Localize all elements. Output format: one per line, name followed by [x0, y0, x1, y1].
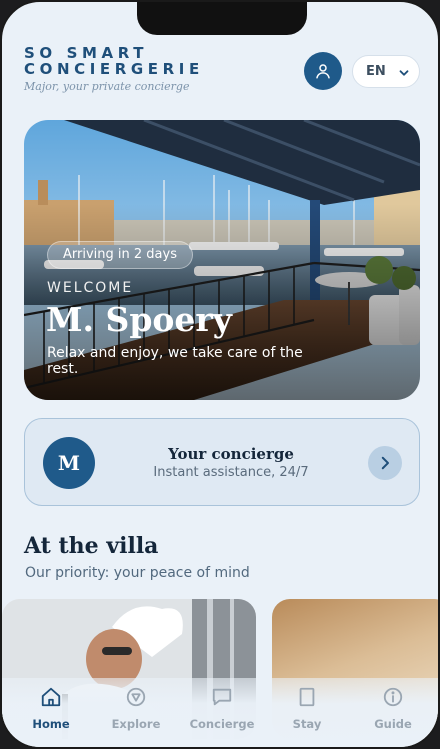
nav-label: Home — [32, 717, 70, 731]
brand-name-line2: CONCIERGERIE — [24, 60, 204, 78]
chat-icon — [212, 688, 232, 706]
concierge-card[interactable]: M Your concierge Instant assistance, 24/… — [24, 418, 420, 506]
info-icon — [383, 687, 403, 707]
chevron-down-icon — [399, 70, 409, 76]
nav-label: Guide — [374, 717, 412, 731]
nav-tab-stay[interactable]: Stay — [263, 685, 351, 731]
section-title: At the villa — [24, 533, 159, 559]
phone-frame: SO SMART CONCIERGERIE Major, your privat… — [0, 0, 440, 749]
guest-name: M. Spoery — [46, 300, 232, 339]
chevron-right-icon — [381, 456, 389, 470]
door-icon — [299, 687, 315, 707]
account-button[interactable] — [304, 52, 342, 90]
welcome-eyebrow: WELCOME — [47, 280, 134, 296]
concierge-title: Your concierge — [168, 445, 294, 463]
concierge-avatar: M — [43, 437, 95, 489]
section-subtitle: Our priority: your peace of mind — [25, 565, 250, 581]
brand-name-line1: SO SMART — [24, 44, 149, 62]
welcome-hero-card: Arriving in 2 days WELCOME M. Spoery Rel… — [24, 120, 420, 400]
nav-tab-concierge[interactable]: Concierge — [178, 685, 266, 731]
concierge-open-button[interactable] — [368, 446, 402, 480]
arrival-badge: Arriving in 2 days — [47, 241, 193, 269]
concierge-subtitle: Instant assistance, 24/7 — [153, 465, 309, 480]
nav-tab-home[interactable]: Home — [7, 685, 95, 731]
nav-label: Stay — [292, 717, 322, 731]
hero-subtitle: Relax and enjoy, we take care of the res… — [47, 345, 303, 377]
nav-tab-guide[interactable]: Guide — [349, 685, 437, 731]
home-icon — [41, 687, 61, 707]
brand-tagline: Major, your private concierge — [24, 80, 190, 93]
nav-label: Concierge — [189, 717, 255, 731]
user-icon — [316, 64, 330, 79]
bottom-navigation: Home Explore Concierge Stay Guide — [2, 678, 438, 747]
language-selector[interactable]: EN — [352, 55, 420, 88]
compass-icon — [126, 687, 146, 707]
nav-tab-explore[interactable]: Explore — [92, 685, 180, 731]
nav-label: Explore — [111, 717, 161, 731]
brand-logo: SO SMART CONCIERGERIE Major, your privat… — [24, 45, 204, 93]
device-notch — [137, 2, 307, 35]
language-value: EN — [366, 64, 386, 79]
